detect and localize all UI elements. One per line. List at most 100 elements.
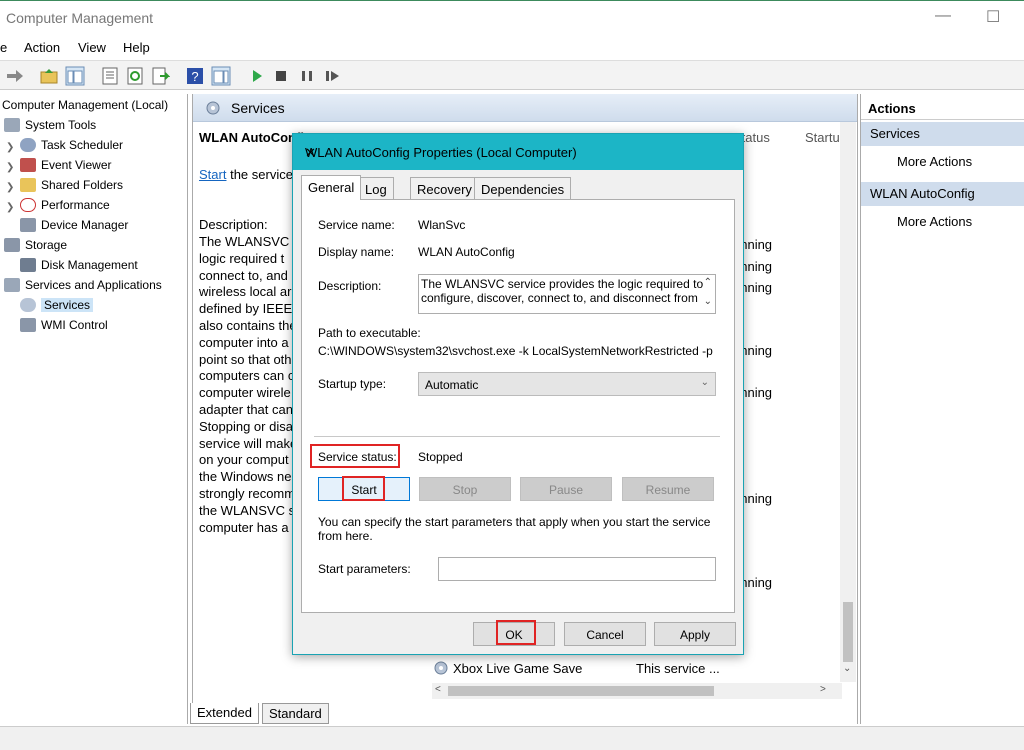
tree-disk-management[interactable]: Disk Management [20, 258, 138, 278]
tree-system-tools[interactable]: System Tools [4, 118, 96, 138]
minimize-button[interactable]: — [935, 7, 951, 25]
horizontal-scroll-thumb[interactable] [448, 686, 714, 696]
properties-dialog: WLAN AutoConfig Properties (Local Comput… [292, 133, 744, 655]
device-manager-icon [20, 218, 36, 232]
service-name-value: WlanSvc [418, 218, 466, 232]
gear-icon [206, 101, 220, 115]
event-viewer-icon [20, 158, 36, 172]
scroll-up-icon[interactable]: ⌃ [704, 276, 712, 290]
start-button[interactable]: Start [318, 477, 410, 501]
description-field[interactable]: The WLANSVC service provides the logic r… [418, 274, 716, 314]
dialog-titlebar: WLAN AutoConfig Properties (Local Comput… [293, 134, 743, 170]
menu-file[interactable]: e [0, 40, 7, 55]
actions-section-services[interactable]: Services [861, 122, 1024, 146]
play-icon[interactable] [247, 66, 267, 86]
properties-icon[interactable] [100, 66, 120, 86]
start-params-note-line1: You can specify the start parameters tha… [318, 515, 711, 529]
scroll-right-arrow-icon[interactable]: > [820, 684, 826, 695]
export-icon[interactable] [150, 66, 170, 86]
tab-extended[interactable]: Extended [190, 703, 259, 724]
tab-general[interactable]: General [301, 175, 362, 200]
tools-icon [4, 118, 20, 132]
startup-type-select[interactable]: Automatic ⌄ [418, 372, 716, 396]
more-actions-services[interactable]: More Actions [897, 154, 972, 169]
menu-view[interactable]: View [78, 40, 106, 55]
ok-button[interactable]: OK [473, 622, 555, 646]
start-params-input[interactable] [438, 557, 716, 581]
performance-icon [20, 198, 36, 212]
toolbar: ? [0, 60, 1024, 90]
path-value: C:\WINDOWS\system32\svchost.exe -k Local… [318, 344, 713, 358]
stop-button[interactable]: Stop [419, 477, 511, 501]
tree-storage[interactable]: Storage [4, 238, 67, 258]
actions-section-wlan[interactable]: WLAN AutoConfig [861, 182, 1024, 206]
tree-task-scheduler[interactable]: ❯ Task Scheduler [6, 138, 123, 158]
maximize-button[interactable]: ☐ [986, 7, 1000, 27]
expand-arrow-icon[interactable]: ❯ [6, 162, 20, 173]
tree-performance[interactable]: ❯ Performance [6, 198, 110, 218]
show-action-pane-icon[interactable] [211, 66, 231, 86]
stop-icon[interactable] [271, 66, 291, 86]
services-header-title: Services [231, 100, 285, 116]
tree-wmi-control[interactable]: WMI Control [20, 318, 108, 338]
tree-device-manager[interactable]: Device Manager [20, 218, 128, 238]
chevron-down-icon: ⌄ [700, 377, 709, 388]
wmi-icon [20, 318, 36, 332]
show-tree-icon[interactable] [65, 66, 85, 86]
last-row-description: This service ... [636, 661, 720, 676]
tab-recovery[interactable]: Recovery [410, 177, 479, 199]
disk-icon [20, 258, 36, 272]
column-startup-type[interactable]: Startu [805, 130, 840, 145]
expand-arrow-icon[interactable]: ❯ [6, 202, 20, 213]
gear-icon [20, 298, 36, 312]
start-service-link[interactable]: Start [199, 167, 226, 182]
menu-bar: e Action View Help [0, 36, 1024, 60]
resume-button[interactable]: Resume [622, 477, 714, 501]
tree-event-viewer[interactable]: ❯ Event Viewer [6, 158, 111, 178]
clock-icon [20, 138, 36, 152]
console-tree: Computer Management (Local) System Tools… [0, 94, 188, 724]
divider [314, 436, 720, 437]
actions-pane: Actions Services More Actions WLAN AutoC… [860, 94, 1024, 724]
path-label: Path to executable: [318, 326, 421, 340]
vertical-scrollbar[interactable]: ⌄ [840, 122, 856, 682]
service-status-label: Service status: [318, 450, 397, 464]
scroll-down-arrow-icon[interactable]: ⌄ [843, 663, 851, 674]
display-name-label: Display name: [318, 245, 395, 259]
tree-shared-folders[interactable]: ❯ Shared Folders [6, 178, 123, 198]
status-bar [0, 726, 1024, 750]
cancel-button[interactable]: Cancel [564, 622, 646, 646]
menu-action[interactable]: Action [24, 40, 60, 55]
gear-icon [434, 661, 448, 675]
expand-arrow-icon[interactable]: ❯ [6, 142, 20, 153]
up-folder-icon[interactable] [39, 66, 59, 86]
tab-standard[interactable]: Standard [262, 703, 329, 724]
selected-service-name: WLAN AutoConfi [199, 130, 304, 145]
refresh-icon[interactable] [125, 66, 145, 86]
help-icon[interactable]: ? [185, 66, 205, 86]
forward-arrow-icon[interactable] [5, 66, 25, 86]
scroll-left-arrow-icon[interactable]: < [435, 684, 441, 695]
scroll-down-icon[interactable]: ⌄ [704, 295, 712, 309]
startup-type-label: Startup type: [318, 377, 387, 391]
tab-log-on[interactable]: Log On [358, 177, 394, 212]
services-header: Services [193, 94, 857, 122]
vertical-scroll-thumb[interactable] [843, 602, 853, 662]
description-label: Description: [318, 279, 382, 293]
pause-button[interactable]: Pause [520, 477, 612, 501]
pause-icon[interactable] [297, 66, 317, 86]
start-params-label: Start parameters: [318, 562, 411, 576]
tab-dependencies[interactable]: Dependencies [474, 177, 572, 199]
horizontal-scrollbar[interactable]: < > [432, 683, 842, 699]
start-params-note-line2: from here. [318, 529, 373, 543]
list-item[interactable]: Xbox Live Game Save [433, 660, 582, 676]
tree-services-and-applications[interactable]: Services and Applications [4, 278, 162, 298]
expand-arrow-icon[interactable]: ❯ [6, 182, 20, 193]
menu-help[interactable]: Help [123, 40, 150, 55]
apply-button[interactable]: Apply [654, 622, 736, 646]
more-actions-wlan[interactable]: More Actions [897, 214, 972, 229]
close-icon[interactable]: ✕ [305, 145, 733, 161]
tree-services[interactable]: Services [20, 298, 94, 318]
resume-icon[interactable] [322, 66, 342, 86]
display-name-value: WLAN AutoConfig [418, 245, 515, 259]
